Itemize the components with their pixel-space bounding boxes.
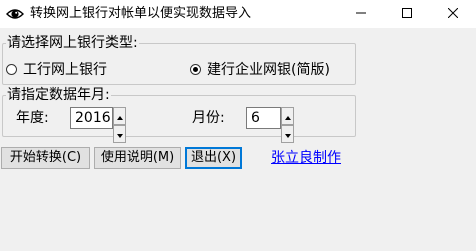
year-down-button[interactable] [113, 125, 126, 143]
title-bar: 转换网上银行对帐单以便实现数据导入 [0, 0, 476, 28]
start-convert-button[interactable]: 开始转换(C) [1, 147, 90, 169]
year-label: 年度: [16, 110, 49, 126]
close-icon [447, 6, 459, 22]
month-spinner[interactable]: 6 [246, 107, 294, 143]
caret-down-icon [284, 126, 291, 142]
instructions-button[interactable]: 使用说明(M) [94, 147, 181, 169]
year-spinner[interactable]: 2016 [70, 107, 126, 143]
minimize-button[interactable] [338, 0, 384, 28]
eye-app-icon [6, 5, 24, 23]
caret-down-icon [116, 126, 123, 142]
radio-ccb-enterprise[interactable]: 建行企业网银(简版) [190, 59, 330, 79]
month-up-button[interactable] [281, 107, 294, 125]
radio-checked-icon [190, 63, 201, 75]
month-down-button[interactable] [281, 125, 294, 143]
exit-button[interactable]: 退出(X) [185, 147, 242, 169]
month-label: 月份: [192, 110, 225, 126]
minimize-icon [356, 6, 366, 22]
year-input[interactable]: 2016 [70, 107, 113, 129]
maximize-icon [402, 6, 412, 22]
window-title: 转换网上银行对帐单以便实现数据导入 [30, 6, 252, 21]
radio-unchecked-icon [6, 63, 17, 75]
radio-icbc-label: 工行网上银行 [23, 62, 107, 78]
close-button[interactable] [430, 0, 476, 28]
period-legend: 请指定数据年月: [6, 86, 111, 104]
author-link[interactable]: 张立良制作 [271, 149, 341, 167]
maximize-button[interactable] [384, 0, 430, 28]
caret-up-icon [284, 108, 291, 124]
caret-up-icon [116, 108, 123, 124]
radio-ccb-label: 建行企业网银(简版) [207, 62, 330, 78]
month-input[interactable]: 6 [246, 107, 281, 129]
year-up-button[interactable] [113, 107, 126, 125]
radio-icbc[interactable]: 工行网上银行 [6, 59, 107, 79]
bank-type-legend: 请选择网上银行类型: [6, 34, 139, 52]
